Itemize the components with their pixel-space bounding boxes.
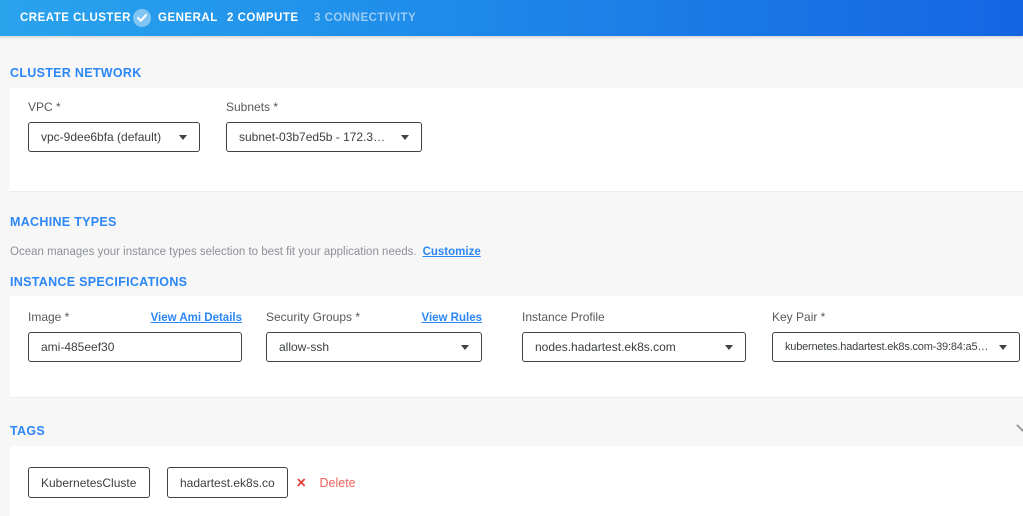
subnets-label: Subnets * xyxy=(226,100,278,114)
section-heading-cluster-network: CLUSTER NETWORK xyxy=(10,66,142,80)
image-input[interactable] xyxy=(28,332,242,362)
machine-types-description-row: Ocean manages your instance types select… xyxy=(10,246,481,258)
chevron-down-icon xyxy=(725,345,733,350)
security-groups-label: Security Groups * xyxy=(266,310,360,324)
customize-link[interactable]: Customize xyxy=(423,246,481,258)
vpc-select[interactable]: vpc-9dee6bfa (default) xyxy=(28,122,200,152)
chevron-down-icon xyxy=(401,135,409,140)
section-heading-machine-types: MACHINE TYPES xyxy=(10,215,117,229)
step-connectivity-label: 3 CONNECTIVITY xyxy=(314,12,416,24)
section-heading-instance-specifications: INSTANCE SPECIFICATIONS xyxy=(10,275,187,289)
wizard-title: CREATE CLUSTER xyxy=(20,0,131,36)
wizard-header: CREATE CLUSTER GENERAL 2 COMPUTE 3 CONNE… xyxy=(0,0,1023,36)
security-groups-select-value: allow-ssh xyxy=(279,340,451,354)
view-rules-link[interactable]: View Rules xyxy=(421,312,482,324)
vpc-label: VPC * xyxy=(28,100,61,114)
step-general[interactable]: GENERAL xyxy=(133,0,218,36)
delete-tag-button[interactable]: ✕ Delete xyxy=(296,467,356,498)
image-label: Image * xyxy=(28,310,69,324)
tag-value-input[interactable] xyxy=(167,467,288,498)
machine-types-description: Ocean manages your instance types select… xyxy=(10,246,417,258)
vpc-select-value: vpc-9dee6bfa (default) xyxy=(41,130,169,144)
key-pair-select[interactable]: kubernetes.hadartest.ek8s.com-39:84:a5:9… xyxy=(772,332,1020,362)
instance-profile-select[interactable]: nodes.hadartest.ek8s.com xyxy=(522,332,746,362)
view-ami-details-link[interactable]: View Ami Details xyxy=(151,312,242,324)
delete-x-icon: ✕ xyxy=(296,475,306,490)
tag-row xyxy=(28,467,150,498)
tags-card: ✕ Delete xyxy=(10,446,1023,516)
subnets-select[interactable]: subnet-03b7ed5b - 172.31.0.0/20 ... xyxy=(226,122,422,152)
tag-key-input[interactable] xyxy=(28,467,150,498)
instance-profile-label: Instance Profile xyxy=(522,310,605,324)
check-icon xyxy=(133,9,151,27)
instance-profile-select-value: nodes.hadartest.ek8s.com xyxy=(535,340,715,354)
subnets-select-value: subnet-03b7ed5b - 172.31.0.0/20 ... xyxy=(239,130,391,144)
chevron-down-icon xyxy=(461,345,469,350)
step-general-label: GENERAL xyxy=(158,12,218,24)
step-compute[interactable]: 2 COMPUTE xyxy=(227,0,299,36)
chevron-down-icon xyxy=(179,135,187,140)
security-groups-select[interactable]: allow-ssh xyxy=(266,332,482,362)
instance-specifications-card: Image * View Ami Details Security Groups… xyxy=(10,296,1023,398)
cluster-network-card: VPC * vpc-9dee6bfa (default) Subnets * s… xyxy=(10,88,1023,192)
chevron-down-icon xyxy=(999,345,1007,350)
step-compute-label: 2 COMPUTE xyxy=(227,12,299,24)
step-connectivity[interactable]: 3 CONNECTIVITY xyxy=(314,0,416,36)
delete-tag-label: Delete xyxy=(319,476,355,490)
collapse-chevron-icon xyxy=(1016,419,1023,432)
key-pair-select-value: kubernetes.hadartest.ek8s.com-39:84:a5:9… xyxy=(785,341,989,353)
section-heading-tags: TAGS xyxy=(10,424,45,438)
key-pair-label: Key Pair * xyxy=(772,310,825,324)
